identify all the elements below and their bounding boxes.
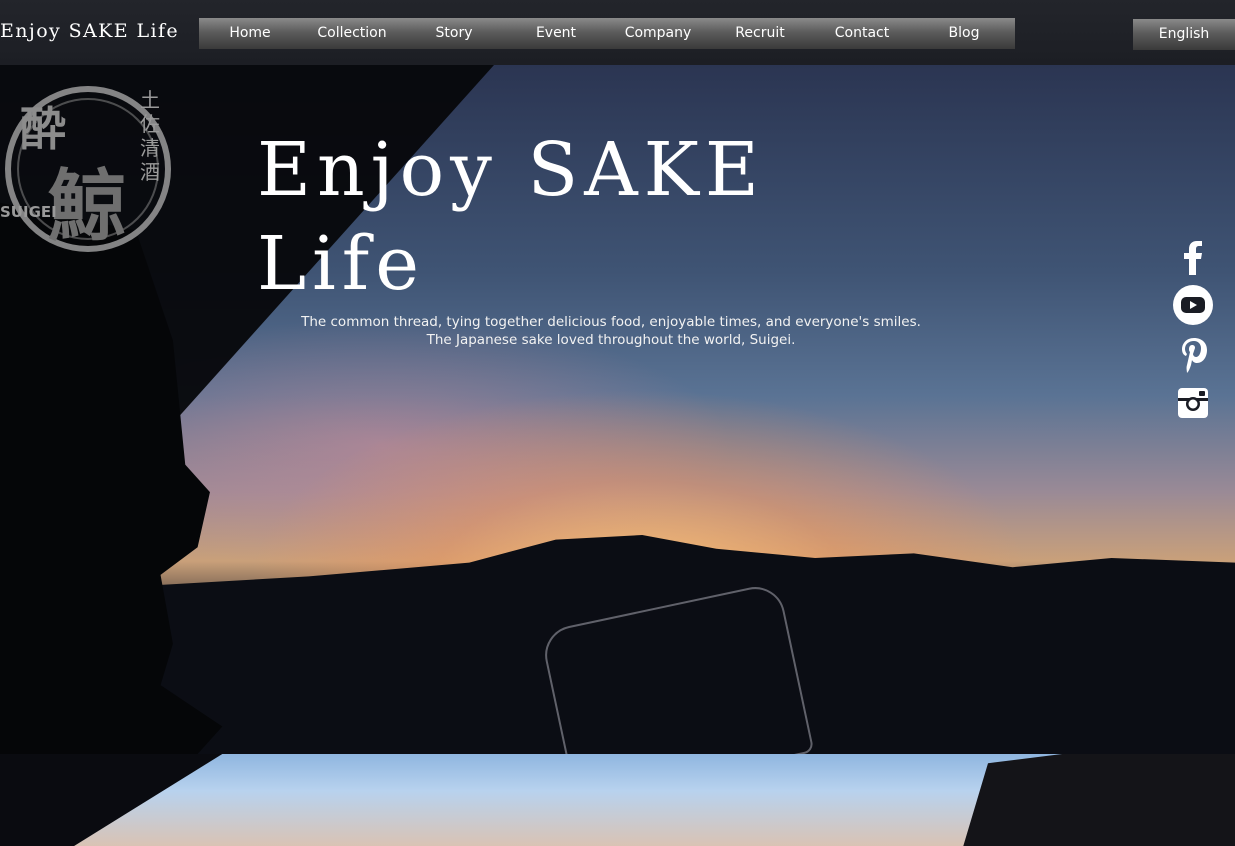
next-section-preview bbox=[0, 754, 1235, 846]
svg-text:清: 清 bbox=[140, 136, 160, 160]
svg-text:土: 土 bbox=[140, 88, 160, 112]
youtube-icon[interactable] bbox=[1172, 284, 1214, 326]
nav-recruit[interactable]: Recruit bbox=[709, 18, 811, 49]
svg-text:SUIGEI: SUIGEI bbox=[0, 203, 57, 221]
nav-blog[interactable]: Blog bbox=[913, 18, 1015, 49]
instagram-icon[interactable] bbox=[1172, 382, 1214, 424]
svg-text:酔: 酔 bbox=[20, 102, 66, 156]
site-title[interactable]: Enjoy SAKE Life bbox=[0, 20, 179, 42]
tagline-line-2: The Japanese sake loved throughout the w… bbox=[426, 332, 796, 348]
svg-text:佐: 佐 bbox=[140, 112, 160, 136]
language-selector[interactable]: English bbox=[1133, 19, 1235, 50]
tagline-line-1: The common thread, tying together delici… bbox=[301, 314, 921, 330]
suigei-logo-icon[interactable]: 酔 鯨 土 佐 清 酒 SUIGEI bbox=[0, 83, 172, 253]
nav-company[interactable]: Company bbox=[607, 18, 709, 49]
hero-title: Enjoy SAKE Life bbox=[257, 123, 817, 311]
svg-text:鯨: 鯨 bbox=[48, 161, 126, 252]
hero-title-line-2: Life bbox=[257, 221, 425, 307]
facebook-icon[interactable] bbox=[1172, 235, 1214, 277]
pinterest-icon[interactable] bbox=[1172, 333, 1214, 375]
hero-title-line-1: Enjoy SAKE bbox=[257, 127, 765, 213]
hero-section: 酔 鯨 土 佐 清 酒 SUIGEI Enjoy SAKE Life The c… bbox=[0, 65, 1235, 754]
nav-story[interactable]: Story bbox=[403, 18, 505, 49]
nav-collection[interactable]: Collection bbox=[301, 18, 403, 49]
nav-contact[interactable]: Contact bbox=[811, 18, 913, 49]
top-bar: Enjoy SAKE Life Home Collection Story Ev… bbox=[0, 0, 1235, 65]
social-bar bbox=[1172, 235, 1218, 431]
svg-text:酒: 酒 bbox=[140, 160, 160, 184]
nav-event[interactable]: Event bbox=[505, 18, 607, 49]
nav-home[interactable]: Home bbox=[199, 18, 301, 49]
main-nav: Home Collection Story Event Company Recr… bbox=[199, 18, 1015, 49]
hero-tagline: The common thread, tying together delici… bbox=[300, 313, 922, 349]
